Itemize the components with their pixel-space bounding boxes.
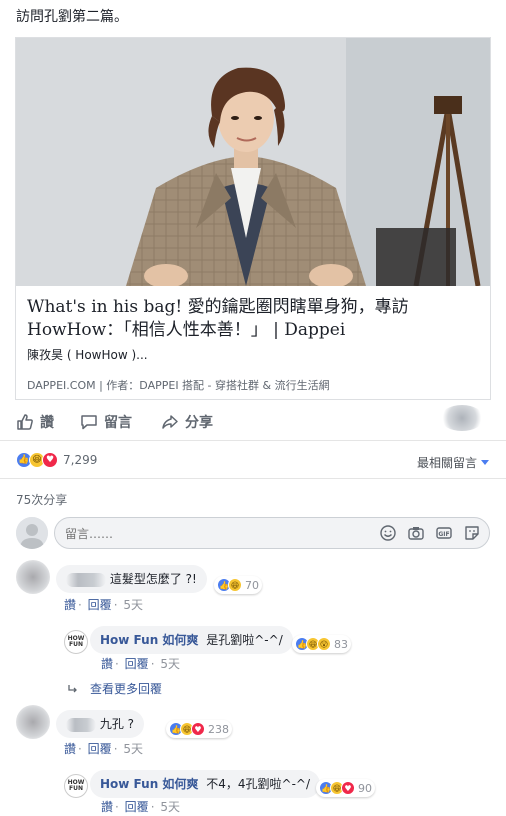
reaction-count[interactable]: 7,299	[63, 453, 97, 467]
reply-reply-link[interactable]: 回覆	[125, 800, 149, 814]
love-reaction-icon: ♥	[191, 722, 205, 736]
blurred-avatar	[440, 405, 484, 431]
comment-time[interactable]: 5天	[123, 742, 143, 756]
facebook-post: 訪問孔劉第二篇。 What's in his bag! 愛的鑰匙圈閃瞎單身狗，專…	[0, 0, 506, 816]
default-avatar-icon	[16, 517, 48, 549]
comment-reaction-count: 70	[245, 578, 259, 592]
author-prefix: 作者：	[106, 379, 140, 392]
link-author[interactable]: DAPPEI 搭配 - 穿搭社群 & 流行生活網	[139, 379, 329, 392]
post-actions-bar: 讚 留言 分享	[0, 404, 506, 440]
howfun-avatar[interactable]: HOW FUN	[64, 774, 88, 798]
link-preview-image[interactable]	[16, 38, 490, 286]
share-count[interactable]: 75次分享	[16, 491, 67, 508]
comment-text: 九孔 ?	[99, 717, 135, 731]
link-preview-card[interactable]: What's in his bag! 愛的鑰匙圈閃瞎單身狗，專訪 HowHow：…	[15, 37, 491, 400]
reply-like-link[interactable]: 讚	[101, 800, 113, 814]
comment-like-link[interactable]: 讚	[64, 742, 76, 756]
link-description: 陳孜昊 ( HowHow )...	[27, 348, 148, 362]
comment-text: 這髮型怎麼了 ?!	[109, 572, 197, 586]
sort-label: 最相關留言	[416, 456, 477, 470]
emoji-icon[interactable]	[379, 524, 397, 542]
reply-text: 不4，4孔劉啦^-^/	[206, 777, 311, 791]
comment-bubble: 九孔 ?	[56, 710, 145, 738]
chevron-down-icon	[481, 459, 489, 465]
reply-arrow-icon	[68, 684, 77, 692]
portrait-photo	[16, 38, 490, 286]
blurred-commenter-avatar	[16, 705, 50, 739]
blurred-commenter-name	[66, 572, 106, 587]
composer-tools: GIF	[379, 524, 481, 542]
reply-time[interactable]: 5天	[160, 800, 180, 814]
reactions-summary[interactable]: 👍 😆 ♥ 7,299	[16, 452, 97, 468]
reply-author-name[interactable]: How Fun 如何爽	[100, 633, 198, 647]
share-arrow-icon	[162, 415, 178, 429]
comment-reply-link[interactable]: 回覆	[88, 598, 112, 612]
link-title[interactable]: What's in his bag! 愛的鑰匙圈閃瞎單身狗，專訪 HowHow：…	[27, 296, 482, 342]
wow-reaction-icon: 😮	[317, 637, 331, 651]
comment-button[interactable]: 留言	[80, 412, 132, 432]
haha-reaction-icon: 😆	[228, 578, 242, 592]
view-more-replies-link[interactable]: 查看更多回覆	[68, 680, 162, 697]
link-domain: DAPPEI.COM	[27, 379, 96, 392]
reply-reaction-count: 90	[358, 781, 372, 795]
comment-actions: 讚 · 回覆 · 5天	[64, 598, 143, 612]
thumbs-up-icon	[17, 414, 33, 430]
love-reaction-icon: ♥	[42, 452, 58, 468]
reply-text: 是孔劉啦^-^/	[206, 633, 283, 647]
love-reaction-icon: ♥	[341, 781, 355, 795]
reply-reply-link[interactable]: 回覆	[125, 657, 149, 671]
gif-icon[interactable]: GIF	[435, 524, 453, 542]
view-more-replies-label: 查看更多回覆	[90, 682, 163, 696]
share-label: 分享	[185, 415, 213, 431]
reply-actions: 讚 · 回覆 · 5天	[101, 657, 180, 671]
comment-sort-dropdown[interactable]: 最相關留言	[417, 454, 489, 471]
like-label: 讚	[40, 415, 54, 431]
reply-author-name[interactable]: How Fun 如何爽	[100, 777, 198, 791]
reply-actions: 讚 · 回覆 · 5天	[101, 800, 180, 814]
divider	[0, 440, 506, 441]
comment-like-link[interactable]: 讚	[64, 598, 76, 612]
comment-reactions[interactable]: 👍 😆 ♥ 238	[166, 720, 232, 738]
camera-icon[interactable]	[407, 524, 425, 542]
comment-reply-link[interactable]: 回覆	[88, 742, 112, 756]
comment-reaction-count: 238	[208, 722, 229, 736]
reply-reaction-count: 83	[334, 637, 348, 651]
comment-bubble: 這髮型怎麼了 ?!	[56, 565, 207, 593]
comment-time[interactable]: 5天	[123, 598, 143, 612]
reply-bubble: How Fun 如何爽 不4，4孔劉啦^-^/	[90, 770, 321, 798]
reply-time[interactable]: 5天	[160, 657, 180, 671]
like-button[interactable]: 讚	[16, 412, 54, 432]
comment-input[interactable]	[65, 524, 365, 544]
user-avatar	[16, 517, 48, 549]
speech-bubble-icon	[81, 415, 97, 430]
comment-input-box[interactable]: GIF	[54, 517, 490, 549]
comment-actions: 讚 · 回覆 · 5天	[64, 742, 143, 756]
divider	[0, 478, 506, 479]
howfun-avatar[interactable]: HOW FUN	[64, 630, 88, 654]
reply-like-link[interactable]: 讚	[101, 657, 113, 671]
comment-composer: GIF	[16, 516, 492, 550]
reply-reactions[interactable]: 👍 😆 😮 83	[292, 635, 351, 653]
post-text: 訪問孔劉第二篇。	[16, 9, 128, 25]
sticker-icon[interactable]	[463, 524, 481, 542]
reply-reactions[interactable]: 👍 😆 ♥ 90	[316, 779, 375, 797]
reply-bubble: How Fun 如何爽 是孔劉啦^-^/	[90, 626, 293, 654]
blurred-commenter-avatar	[16, 560, 50, 594]
comment-reactions[interactable]: 👍 😆 70	[214, 576, 262, 594]
comment-label: 留言	[104, 415, 132, 431]
link-meta: DAPPEI.COM | 作者：DAPPEI 搭配 - 穿搭社群 & 流行生活網	[27, 377, 330, 393]
share-button[interactable]: 分享	[161, 412, 213, 432]
svg-text:GIF: GIF	[438, 531, 449, 538]
blurred-commenter-name	[66, 717, 96, 732]
